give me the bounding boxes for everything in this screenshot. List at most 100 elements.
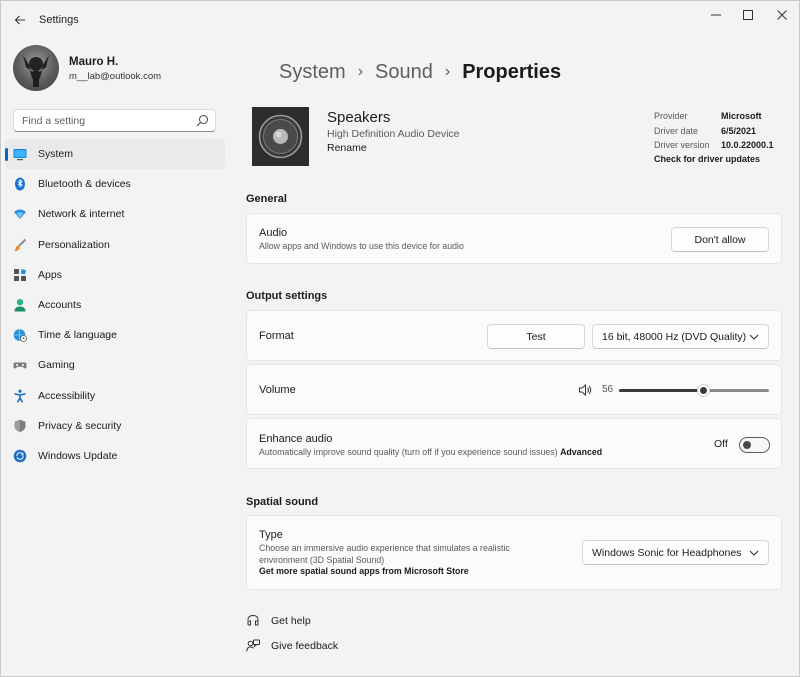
search-input[interactable] (22, 114, 192, 128)
sidebar-item-accessibility[interactable]: Accessibility (5, 381, 225, 411)
format-card: Format Test 16 bit, 48000 Hz (DVD Qualit… (246, 310, 782, 361)
sidebar-item-label: Accessibility (38, 389, 96, 402)
volume-slider-fill (619, 389, 703, 392)
sidebar-item-apps[interactable]: Apps (5, 260, 225, 290)
volume-slider[interactable] (619, 384, 769, 397)
sidebar-item-label: Apps (38, 268, 62, 281)
breadcrumb-separator: › (357, 63, 364, 80)
sidebar-item-label: Time & language (38, 329, 117, 342)
shield-icon (14, 419, 26, 432)
rename-link[interactable]: Rename (327, 142, 367, 154)
app-title: Settings (39, 14, 79, 26)
audio-card: Audio Allow apps and Windows to use this… (246, 213, 782, 264)
page-title: Properties (462, 61, 562, 83)
driver-row: Driver version 10.0.22000.1 (654, 140, 794, 155)
enhance-audio-card: Enhance audio Automatically improve soun… (246, 418, 782, 469)
accessibility-icon (14, 389, 26, 403)
dont-allow-button[interactable]: Don't allow (671, 227, 769, 252)
speaker-icon (252, 107, 309, 166)
spatial-type-description: Choose an immersive audio experience tha… (259, 543, 510, 578)
wifi-icon (14, 209, 26, 220)
sidebar-item-label: Accounts (38, 299, 82, 312)
volume-slider-thumb[interactable] (696, 384, 710, 397)
sidebar-item-system[interactable]: System (5, 139, 225, 170)
volume-value: 56 (602, 384, 614, 395)
sidebar-item-label: Privacy & security (38, 419, 122, 432)
microsoft-store-link[interactable]: Get more spatial sound apps from Microso… (259, 566, 510, 578)
driver-row: Provider Microsoft (654, 111, 794, 126)
minimize-button[interactable] (701, 5, 731, 25)
user-profile[interactable]: Mauro H. m__lab@outlook.com (13, 45, 233, 91)
sidebar-item-personalization[interactable]: Personalization (5, 230, 225, 260)
volume-title: Volume (259, 384, 296, 396)
test-button[interactable]: Test (487, 324, 585, 349)
enhance-audio-toggle[interactable] (739, 437, 770, 453)
chevron-down-icon (749, 334, 759, 340)
sidebar-item-label: Personalization (38, 238, 110, 251)
bluetooth-icon (15, 177, 25, 191)
profile-name: Mauro H. (69, 56, 119, 68)
search-icon[interactable] (196, 114, 209, 127)
give-feedback-label: Give feedback (271, 640, 339, 652)
settings-window: Settings Mauro H. m__lab@outlook.com Fin… (0, 0, 800, 677)
spatial-type-dropdown[interactable]: Windows Sonic for Headphones (582, 540, 769, 565)
enhance-description-text: Automatically improve sound quality (tur… (259, 447, 558, 457)
audio-title: Audio (259, 227, 288, 239)
get-help-link[interactable]: Get help (246, 614, 311, 628)
format-selected: 16 bit, 48000 Hz (DVD Quality) (602, 330, 747, 343)
give-feedback-link[interactable]: Give feedback (246, 639, 338, 653)
driver-value: 10.0.22000.1 (721, 140, 774, 150)
driver-key: Driver version (654, 140, 710, 150)
title-bar: Settings (1, 1, 799, 39)
sidebar-item-gaming[interactable]: Gaming (5, 350, 225, 380)
enhance-audio-description: Automatically improve sound quality (tur… (259, 447, 602, 459)
driver-row: Driver date 6/5/2021 (654, 126, 794, 141)
close-button[interactable] (767, 5, 797, 25)
person-icon (14, 298, 26, 312)
check-driver-updates-link[interactable]: Check for driver updates (654, 154, 760, 164)
sidebar-item-bluetooth[interactable]: Bluetooth & devices (5, 169, 225, 199)
avatar (13, 45, 59, 91)
volume-icon[interactable] (578, 383, 592, 397)
driver-key: Driver date (654, 125, 699, 136)
driver-value: 6/5/2021 (721, 125, 757, 136)
breadcrumb: System › Sound › Properties (279, 61, 561, 84)
toggle-state-label: Off (714, 438, 728, 450)
sidebar-item-label: Bluetooth & devices (38, 178, 131, 191)
back-arrow-icon[interactable] (9, 9, 31, 31)
device-name: Speakers (327, 109, 391, 126)
enhance-audio-title: Enhance audio (259, 433, 333, 445)
audio-description: Allow apps and Windows to use this devic… (259, 241, 464, 251)
sidebar-item-time-language[interactable]: Time & language (5, 320, 225, 350)
section-title-spatial: Spatial sound (246, 496, 319, 508)
update-icon (13, 449, 27, 463)
chevron-down-icon (749, 550, 759, 556)
sidebar-item-label: Gaming (38, 359, 75, 372)
device-description: High Definition Audio Device (327, 128, 460, 140)
advanced-link[interactable]: Advanced (560, 447, 602, 457)
maximize-button[interactable] (733, 5, 763, 25)
format-dropdown[interactable]: 16 bit, 48000 Hz (DVD Quality) (592, 324, 769, 349)
section-title-general: General (246, 193, 287, 205)
sidebar-item-windows-update[interactable]: Windows Update (5, 441, 225, 471)
sidebar-item-network[interactable]: Network & internet (5, 199, 225, 229)
breadcrumb-system[interactable]: System (279, 61, 346, 84)
search-box[interactable] (13, 109, 216, 132)
driver-value: Microsoft (721, 111, 762, 121)
globe-clock-icon (13, 329, 27, 343)
driver-key: Provider (654, 111, 688, 121)
sidebar-item-privacy-security[interactable]: Privacy & security (5, 411, 225, 441)
sidebar-item-accounts[interactable]: Accounts (5, 290, 225, 320)
gamepad-icon (13, 362, 27, 369)
help-icon (247, 614, 259, 626)
spatial-type-selected: Windows Sonic for Headphones (592, 546, 742, 559)
toggle-knob (743, 441, 751, 449)
format-title: Format (259, 330, 294, 342)
sidebar-item-label: System (38, 148, 74, 161)
feedback-icon (246, 639, 260, 652)
spatial-type-card: Type Choose an immersive audio experienc… (246, 515, 782, 590)
breadcrumb-sound[interactable]: Sound (375, 61, 433, 84)
sidebar-nav: System Bluetooth & devices Network & int… (5, 139, 225, 471)
system-icon (13, 149, 27, 161)
volume-card: Volume 56 (246, 364, 782, 415)
